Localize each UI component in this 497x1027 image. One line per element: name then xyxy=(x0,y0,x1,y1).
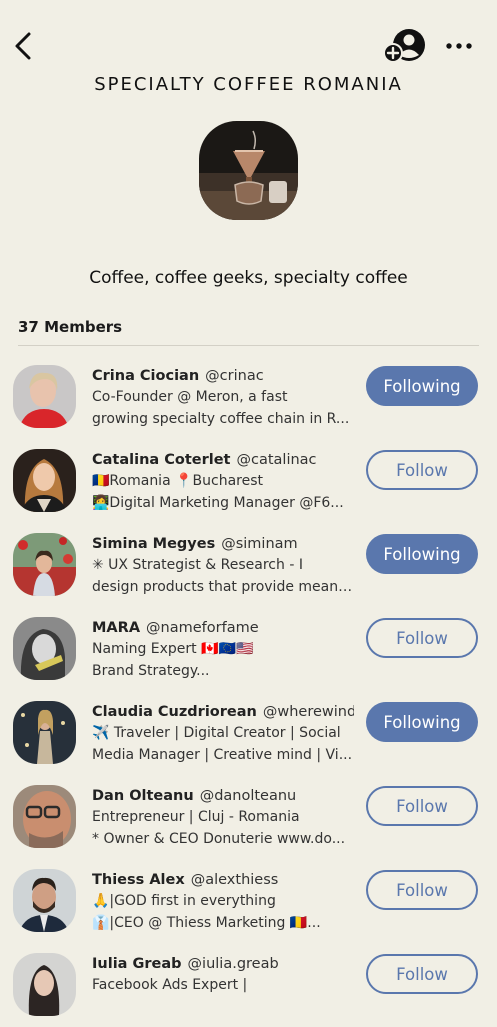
member-bio-line: growing specialty coffee chain in R... xyxy=(92,410,350,427)
member-name[interactable]: Claudia Cuzdriorean xyxy=(92,704,257,720)
divider xyxy=(18,345,479,346)
member-handle[interactable]: @nameforfame xyxy=(146,620,259,636)
avatar[interactable] xyxy=(13,449,76,512)
follow-button[interactable]: Follow xyxy=(366,786,478,826)
more-options-button[interactable] xyxy=(442,34,476,58)
avatar[interactable] xyxy=(13,617,76,680)
following-button[interactable]: Following xyxy=(366,534,478,574)
member-name[interactable]: Iulia Greab xyxy=(92,956,182,972)
club-photo[interactable] xyxy=(199,121,298,220)
member-bio-line: 👔|CEO @ Thiess Marketing 🇷🇴... xyxy=(92,914,321,931)
member-bio-line: 🙏|GOD first in everything xyxy=(92,893,276,909)
member-name[interactable]: Simina Megyes xyxy=(92,536,215,552)
follow-button[interactable]: Follow xyxy=(366,618,478,658)
member-handle[interactable]: @catalinac xyxy=(237,452,317,468)
member-handle[interactable]: @wherewinds xyxy=(263,704,354,720)
avatar[interactable] xyxy=(13,785,76,848)
club-title: SPECIALTY COFFEE ROMANIA xyxy=(94,74,403,95)
avatar[interactable] xyxy=(13,533,76,596)
member-handle[interactable]: @danolteanu xyxy=(200,788,297,804)
follow-button[interactable]: Follow xyxy=(366,450,478,490)
avatar[interactable] xyxy=(13,953,76,1016)
member-name[interactable]: Dan Olteanu xyxy=(92,788,194,804)
add-member-button[interactable] xyxy=(382,28,428,66)
member-row[interactable]: Catalina Coterlet @catalinac 🇷🇴Romania 📍B… xyxy=(0,439,497,523)
avatar[interactable] xyxy=(13,869,76,932)
following-button[interactable]: Following xyxy=(366,366,478,406)
member-handle[interactable]: @iulia.greab xyxy=(188,956,279,972)
more-horizontal-icon xyxy=(446,43,472,49)
member-row[interactable]: Iulia Greab @iulia.greab Facebook Ads Exp… xyxy=(0,943,497,1027)
following-button[interactable]: Following xyxy=(366,702,478,742)
member-name[interactable]: Thiess Alex xyxy=(92,872,185,888)
members-count: 37 Members xyxy=(18,318,123,336)
member-row[interactable]: Crina Ciocian @crinac Co-Founder @ Meron,… xyxy=(0,355,497,439)
member-bio-line: 👩‍💻Digital Marketing Manager @F6... xyxy=(92,494,344,511)
avatar[interactable] xyxy=(13,365,76,428)
chevron-left-icon xyxy=(15,32,31,60)
follow-button[interactable]: Follow xyxy=(366,954,478,994)
member-name[interactable]: Crina Ciocian xyxy=(92,368,199,384)
member-row[interactable]: MARA @nameforfame Naming Expert 🇨🇦🇪🇺🇺🇸 Br… xyxy=(0,607,497,691)
member-bio-line: Naming Expert 🇨🇦🇪🇺🇺🇸 xyxy=(92,641,254,657)
member-bio-line: ✳ UX Strategist & Research - I xyxy=(92,557,303,573)
member-bio-line: * Owner & CEO Donuterie www.do... xyxy=(92,830,346,847)
avatar[interactable] xyxy=(13,701,76,764)
member-handle[interactable]: @crinac xyxy=(205,368,264,384)
members-list: Crina Ciocian @crinac Co-Founder @ Meron,… xyxy=(0,355,497,1027)
member-bio-line: Co-Founder @ Meron, a fast xyxy=(92,389,288,405)
member-bio-line: 🇷🇴Romania 📍Bucharest xyxy=(92,473,264,489)
club-description: Coffee, coffee geeks, specialty coffee xyxy=(89,268,408,288)
member-name[interactable]: MARA xyxy=(92,620,140,636)
member-bio-line: design products that provide meani... xyxy=(92,578,354,595)
member-handle[interactable]: @alexthiess xyxy=(191,872,279,888)
member-bio-line: Media Manager | Creative mind | Vi... xyxy=(92,746,353,763)
member-bio-line: Entrepreneur | Cluj - Romania xyxy=(92,809,300,825)
back-button[interactable] xyxy=(10,30,38,62)
add-person-icon xyxy=(383,29,425,63)
member-handle[interactable]: @siminam xyxy=(221,536,297,552)
top-bar xyxy=(0,0,497,70)
member-row[interactable]: Thiess Alex @alexthiess 🙏|GOD first in ev… xyxy=(0,859,497,943)
follow-button[interactable]: Follow xyxy=(366,870,478,910)
member-bio-line: ✈️ Traveler | Digital Creator | Social xyxy=(92,725,341,741)
member-bio-line: Facebook Ads Expert | xyxy=(92,977,248,993)
member-bio-line: Brand Strategy... xyxy=(92,662,210,679)
member-row[interactable]: Simina Megyes @siminam ✳ UX Strategist & … xyxy=(0,523,497,607)
member-row[interactable]: Dan Olteanu @danolteanu Entrepreneur | Cl… xyxy=(0,775,497,859)
member-name[interactable]: Catalina Coterlet xyxy=(92,452,231,468)
member-row[interactable]: Claudia Cuzdriorean @wherewinds ✈️ Travel… xyxy=(0,691,497,775)
